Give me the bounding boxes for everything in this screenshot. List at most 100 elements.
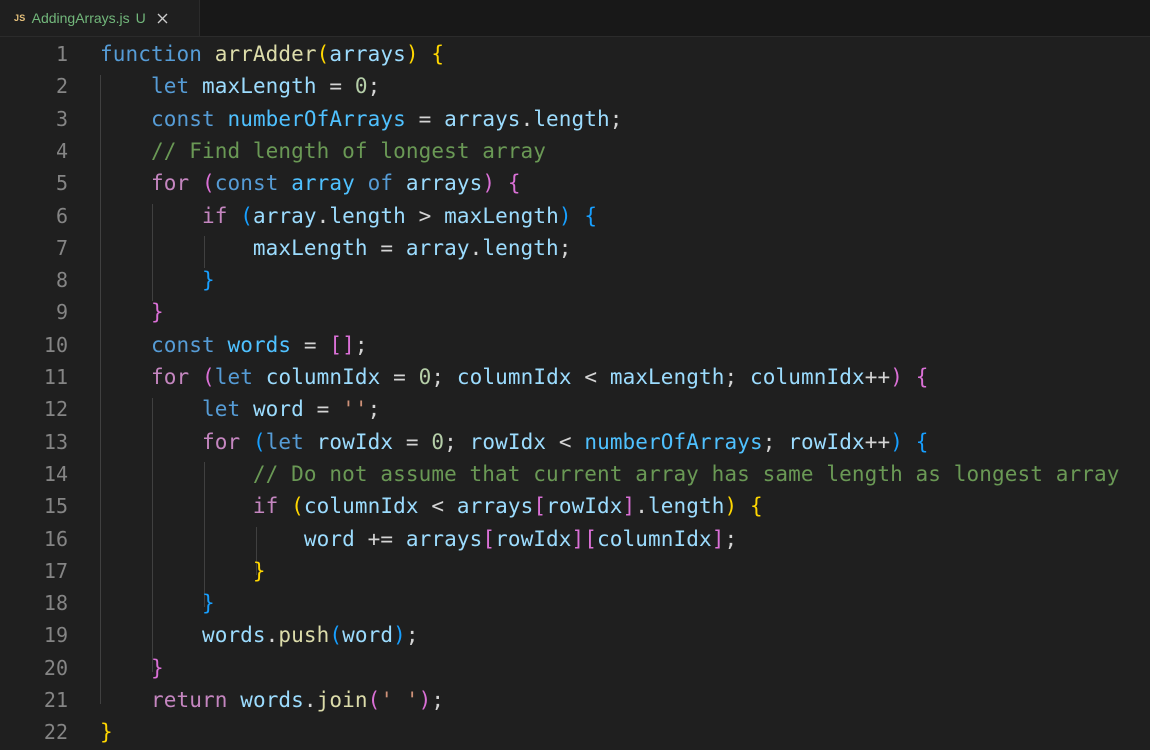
code-token: }: [150, 300, 164, 325]
code-token: ;: [367, 74, 381, 99]
code-token: ): [890, 365, 903, 389]
code-line[interactable]: 11 for (let columnIdx = 0; columnIdx < m…: [0, 361, 1150, 393]
code-line[interactable]: 18 }: [0, 587, 1150, 619]
line-number: 11: [43, 365, 68, 389]
tab-filename: AddingArrays.js: [31, 10, 130, 26]
line-number: 7: [55, 235, 68, 260]
code-line[interactable]: 4 // Find length of longest array: [0, 135, 1150, 167]
code-text: }: [100, 296, 164, 328]
code-token: rowIdx: [469, 429, 547, 454]
code-token: =: [380, 365, 419, 389]
code-token: .: [635, 494, 649, 519]
code-line[interactable]: 20 }: [0, 652, 1150, 684]
code-token: 0: [354, 74, 368, 99]
code-token: arrays: [329, 42, 406, 66]
code-token: ;: [609, 106, 623, 131]
code-line[interactable]: 22}: [0, 716, 1150, 748]
code-token: const: [214, 171, 279, 196]
code-token: rowIdx: [495, 526, 572, 551]
code-line[interactable]: 10 const words = [];: [0, 329, 1150, 361]
code-token: (: [316, 42, 330, 66]
code-token: ++: [864, 429, 891, 454]
code-line[interactable]: 9 }: [0, 296, 1150, 328]
code-token: ): [418, 688, 432, 712]
code-line[interactable]: 3 const numberOfArrays = arrays.length;: [0, 103, 1150, 135]
code-line[interactable]: 8 }: [0, 264, 1150, 296]
code-token: length: [533, 106, 610, 131]
code-token: [: [533, 494, 547, 519]
code-token: for: [150, 365, 190, 389]
code-token: of: [367, 171, 394, 196]
code-token: ++: [864, 365, 891, 389]
code-token: // Do not assume that current array has …: [252, 461, 1120, 486]
code-line[interactable]: 1 function arrAdder(arrays) {: [0, 38, 1150, 70]
code-token: maxLength: [444, 203, 559, 228]
tab-addingarrays-js[interactable]: JS AddingArrays.js U: [0, 0, 200, 36]
code-token: =: [303, 397, 343, 422]
code-token: =: [316, 74, 355, 99]
code-token: ;: [431, 688, 445, 712]
code-token: maxLength: [252, 235, 368, 260]
code-token: =: [405, 106, 445, 131]
javascript-file-icon: JS: [14, 13, 26, 23]
code-text: const words = [];: [100, 329, 368, 361]
code-token: arrays: [444, 106, 521, 131]
code-token: maxLength: [201, 74, 317, 99]
code-text: }: [100, 716, 113, 748]
close-icon[interactable]: [156, 11, 170, 25]
code-line[interactable]: 2 let maxLength = 0;: [0, 70, 1150, 102]
code-text: }: [100, 652, 164, 684]
code-line[interactable]: 14 // Do not assume that current array h…: [0, 458, 1150, 490]
code-token: {: [507, 171, 521, 196]
code-token: <: [546, 429, 585, 454]
code-line[interactable]: 5 for (const array of arrays) {: [0, 167, 1150, 199]
code-token: ;: [724, 365, 751, 389]
code-text: let maxLength = 0;: [100, 70, 380, 102]
code-line[interactable]: 16 word += arrays[rowIdx][columnIdx];: [0, 523, 1150, 555]
code-token: [: [482, 526, 496, 551]
code-editor[interactable]: 1 function arrAdder(arrays) {2 let maxLen…: [0, 37, 1150, 750]
code-token: word: [252, 397, 304, 422]
code-text: // Find length of longest array: [100, 135, 546, 167]
code-line[interactable]: 7 maxLength = array.length;: [0, 232, 1150, 264]
code-line[interactable]: 6 if (array.length > maxLength) {: [0, 200, 1150, 232]
code-token: columnIdx: [597, 526, 712, 551]
code-line[interactable]: 15 if (columnIdx < arrays[rowIdx].length…: [0, 490, 1150, 522]
code-token: push: [278, 623, 330, 648]
code-token: words: [201, 623, 266, 648]
code-token: {: [584, 203, 598, 228]
code-line[interactable]: 17 }: [0, 555, 1150, 587]
code-token: let: [150, 74, 190, 99]
code-token: length: [482, 235, 559, 260]
code-line[interactable]: 13 for (let rowIdx = 0; rowIdx < numberO…: [0, 426, 1150, 458]
line-number: 13: [43, 429, 68, 454]
code-line[interactable]: 12 let word = '';: [0, 393, 1150, 425]
code-token: ;: [558, 235, 572, 260]
code-line[interactable]: 21 return words.join(' ');: [0, 684, 1150, 716]
code-line[interactable]: 19 words.push(word);: [0, 619, 1150, 651]
code-token: {: [431, 42, 445, 66]
code-token: const: [150, 106, 215, 131]
code-token: }: [100, 720, 113, 745]
code-token: }: [201, 591, 215, 616]
code-token: =: [291, 332, 330, 357]
